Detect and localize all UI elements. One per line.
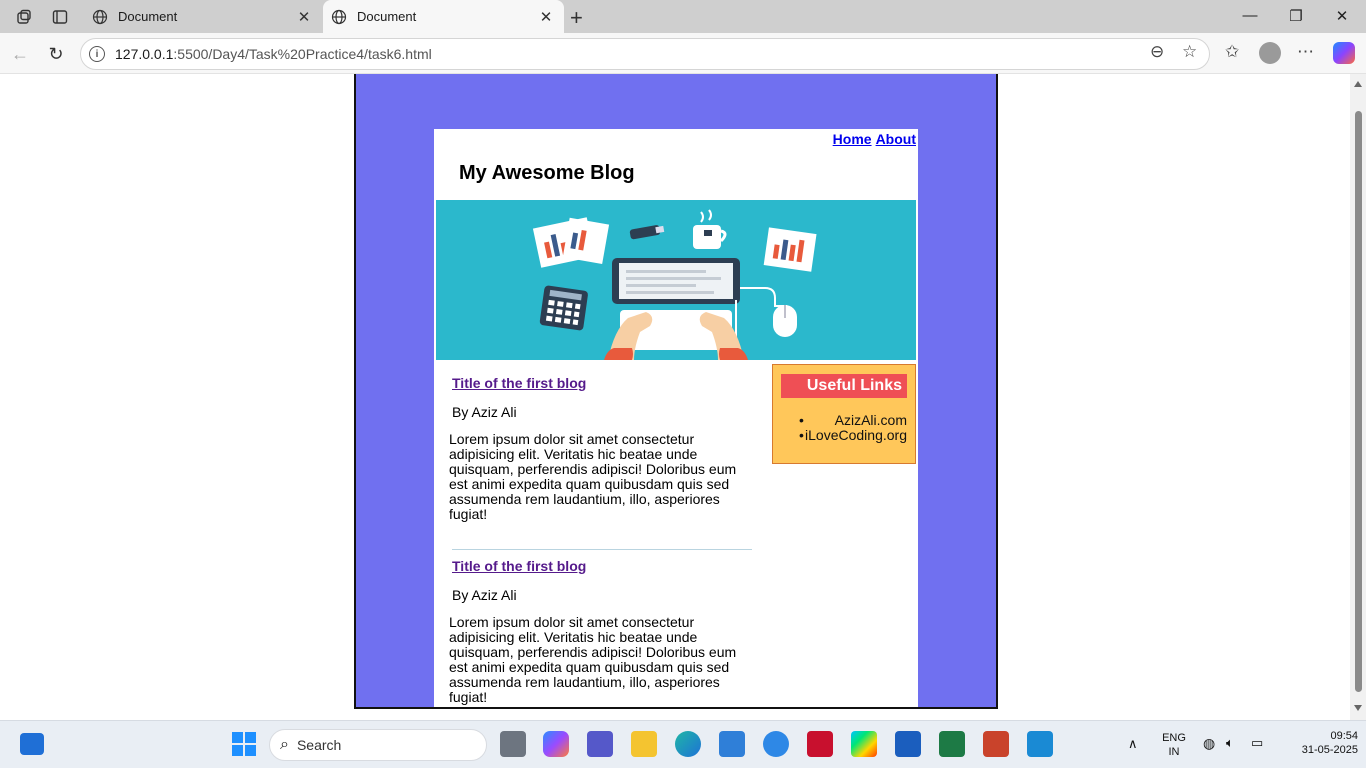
scroll-thumb[interactable] bbox=[1355, 111, 1362, 692]
clock-time: 09:54 bbox=[1330, 730, 1358, 742]
task-view-icon[interactable] bbox=[500, 731, 526, 757]
nav-home-link[interactable]: Home bbox=[833, 131, 872, 147]
language-indicator[interactable]: ENG IN bbox=[1160, 731, 1188, 759]
show-hidden-icons[interactable]: ∧ bbox=[1128, 737, 1138, 751]
scroll-down-icon[interactable] bbox=[1354, 705, 1362, 711]
useful-links-sidebar: Useful Links AzizAli.com iLoveCoding.org bbox=[772, 364, 916, 464]
close-tab-icon[interactable]: ✕ bbox=[294, 8, 314, 26]
clock-date: 31-05-2025 bbox=[1301, 744, 1358, 756]
post-divider bbox=[452, 549, 752, 550]
taskbar-search[interactable]: ⌕ Search bbox=[269, 729, 487, 761]
word-icon[interactable] bbox=[895, 731, 921, 757]
post: Title of the first blog By Aziz Ali Lore… bbox=[449, 375, 756, 522]
blog-title: My Awesome Blog bbox=[459, 162, 635, 184]
restore-icon[interactable]: ❐ bbox=[1273, 7, 1319, 25]
file-explorer-icon[interactable] bbox=[631, 731, 657, 757]
clock[interactable]: 09:54 31-05-2025 bbox=[1282, 729, 1358, 757]
back-icon[interactable]: ← bbox=[8, 42, 32, 66]
more-menu-icon[interactable]: ⋯ bbox=[1297, 42, 1314, 62]
vertical-scrollbar[interactable] bbox=[1350, 74, 1366, 720]
post-body: Lorem ipsum dolor sit amet consectetur a… bbox=[449, 431, 737, 522]
post-author: By Aziz Ali bbox=[452, 404, 517, 420]
zoom-out-icon[interactable]: ⊖ bbox=[1150, 42, 1164, 62]
start-icon[interactable] bbox=[231, 731, 257, 757]
sidebar-link[interactable]: AzizAli.com bbox=[787, 413, 907, 429]
tab-document-2[interactable]: Document ✕ bbox=[323, 0, 564, 33]
post-title-link[interactable]: Title of the first blog bbox=[452, 558, 756, 574]
url-host: 127.0.0.1 bbox=[115, 46, 174, 62]
tab-strip: Document ✕ Document ✕ + — ❐ ✕ bbox=[0, 0, 1366, 33]
copilot-icon[interactable] bbox=[1333, 42, 1355, 64]
globe-icon bbox=[92, 9, 108, 24]
minimize-icon[interactable]: — bbox=[1227, 7, 1273, 24]
web-viewport: Home About My Awesome Blog Title of the … bbox=[0, 74, 1366, 720]
page-wrapper: Home About My Awesome Blog Title of the … bbox=[354, 74, 998, 709]
lang-text: ENG bbox=[1162, 732, 1186, 744]
post: Title of the first blog By Aziz Ali Lore… bbox=[449, 558, 756, 705]
favorite-star-icon[interactable]: ☆ bbox=[1182, 42, 1197, 62]
network-icon[interactable]: ◍ bbox=[1203, 736, 1215, 750]
scroll-up-icon[interactable] bbox=[1354, 81, 1362, 87]
taskbar: ⌕ Search ∧ ENG IN ◍ 🔈︎ ▭ 09:54 31-05-202… bbox=[0, 720, 1366, 768]
tab-actions-icon[interactable] bbox=[49, 6, 71, 28]
sidebar-link[interactable]: iLoveCoding.org bbox=[787, 428, 907, 444]
profile-avatar[interactable] bbox=[1259, 42, 1281, 64]
store-icon[interactable] bbox=[719, 731, 745, 757]
search-icon: ⌕ bbox=[280, 736, 289, 753]
workspaces-icon[interactable] bbox=[13, 6, 35, 28]
tab-document-1[interactable]: Document ✕ bbox=[84, 0, 322, 33]
url-text[interactable]: 127.0.0.1:5500/Day4/Task%20Practice4/tas… bbox=[115, 46, 1209, 62]
battery-icon[interactable]: ▭ bbox=[1251, 736, 1263, 750]
refresh-icon[interactable]: ↻ bbox=[44, 42, 68, 66]
new-tab-icon[interactable]: + bbox=[570, 5, 583, 31]
play-store-icon[interactable] bbox=[851, 731, 877, 757]
search-placeholder: Search bbox=[296, 737, 342, 753]
close-window-icon[interactable]: ✕ bbox=[1319, 7, 1365, 25]
edge-icon[interactable] bbox=[675, 731, 701, 757]
sidebar-links: AzizAli.com iLoveCoding.org bbox=[787, 413, 907, 444]
post-title-link[interactable]: Title of the first blog bbox=[452, 375, 756, 391]
copilot-app-icon[interactable] bbox=[543, 731, 569, 757]
excel-icon[interactable] bbox=[939, 731, 965, 757]
mcafee-icon[interactable] bbox=[807, 731, 833, 757]
help-icon[interactable] bbox=[763, 731, 789, 757]
browser-toolbar: ← ↻ i 127.0.0.1:5500/Day4/Task%20Practic… bbox=[0, 33, 1366, 74]
favorites-icon[interactable]: ✩ bbox=[1225, 42, 1239, 62]
teams-icon[interactable] bbox=[587, 731, 613, 757]
nav-about-link[interactable]: About bbox=[876, 131, 916, 147]
tab-title: Document bbox=[357, 9, 417, 24]
post-body: Lorem ipsum dolor sit amet consectetur a… bbox=[449, 614, 737, 705]
widgets-icon[interactable] bbox=[20, 733, 44, 755]
powerpoint-icon[interactable] bbox=[983, 731, 1009, 757]
sidebar-heading: Useful Links bbox=[781, 374, 907, 398]
top-nav: Home About bbox=[829, 131, 916, 147]
url-path: :5500/Day4/Task%20Practice4/task6.html bbox=[173, 46, 432, 62]
vscode-icon[interactable] bbox=[1027, 731, 1053, 757]
post-author: By Aziz Ali bbox=[452, 587, 517, 603]
region-text: IN bbox=[1168, 746, 1180, 758]
hero-image bbox=[436, 200, 916, 360]
volume-icon[interactable]: 🔈︎ bbox=[1226, 736, 1234, 750]
site-info-icon[interactable]: i bbox=[89, 46, 105, 62]
globe-icon bbox=[331, 9, 347, 24]
tab-title: Document bbox=[118, 9, 178, 24]
posts-column: Title of the first blog By Aziz Ali Lore… bbox=[449, 369, 756, 705]
close-tab-icon[interactable]: ✕ bbox=[536, 8, 556, 26]
address-bar[interactable]: i 127.0.0.1:5500/Day4/Task%20Practice4/t… bbox=[80, 38, 1210, 70]
blog-container: Home About My Awesome Blog Title of the … bbox=[434, 129, 918, 707]
